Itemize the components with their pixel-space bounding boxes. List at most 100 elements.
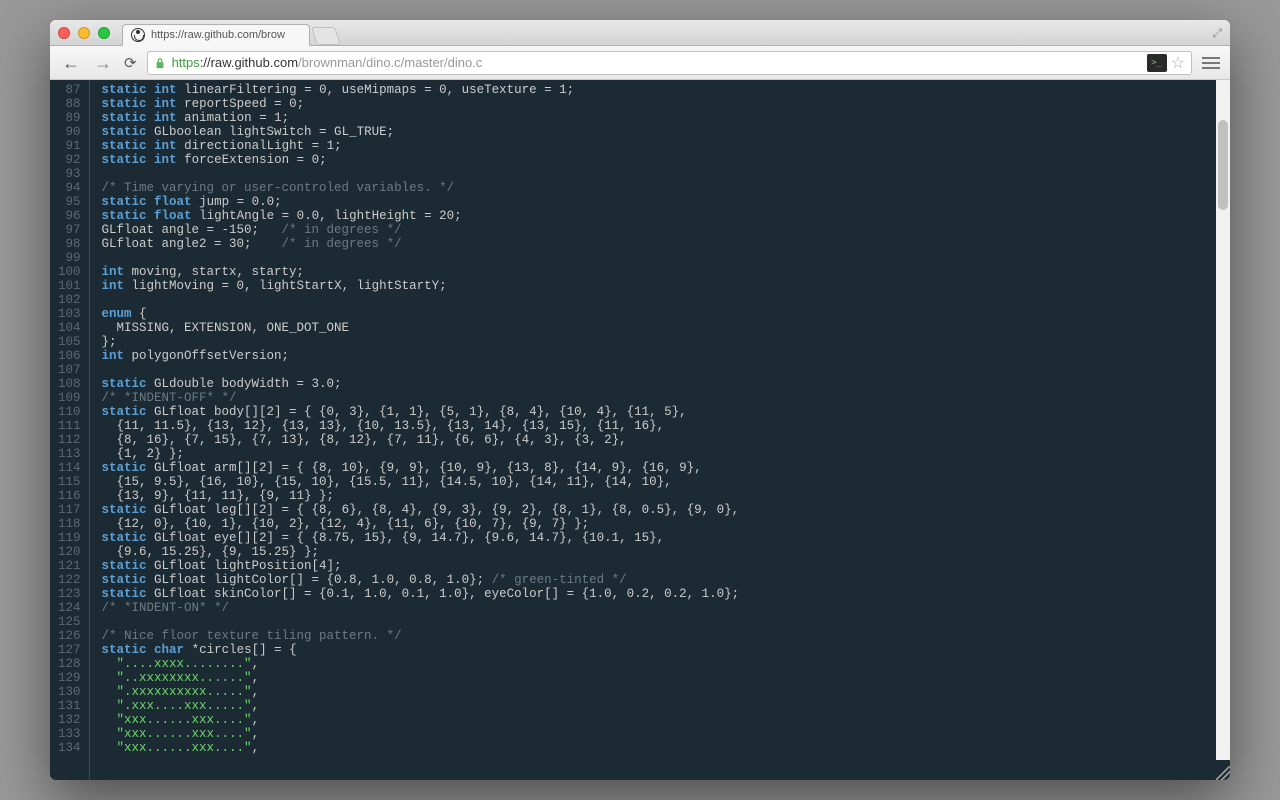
line-number: 103 [58,307,81,321]
code-viewer: 8788899091929394959697989910010110210310… [50,80,1230,780]
code-line: {15, 9.5}, {16, 10}, {15, 10}, {15.5, 11… [102,475,1230,489]
line-number: 96 [58,209,81,223]
line-number: 131 [58,699,81,713]
vertical-scrollbar[interactable] [1216,80,1230,760]
code-line: static float jump = 0.0; [102,195,1230,209]
code-line [102,363,1230,377]
line-number: 87 [58,83,81,97]
code-line: static GLfloat skinColor[] = {0.1, 1.0, … [102,587,1230,601]
close-window-button[interactable] [58,27,70,39]
minimize-window-button[interactable] [78,27,90,39]
line-number: 117 [58,503,81,517]
line-number: 115 [58,475,81,489]
code-line: "....xxxx........", [102,657,1230,671]
code-line: static GLfloat leg[][2] = { {8, 6}, {8, … [102,503,1230,517]
code-line: static GLfloat lightColor[] = {0.8, 1.0,… [102,573,1230,587]
code-line: static float lightAngle = 0.0, lightHeig… [102,209,1230,223]
code-line: ".xxxxxxxxxx.....", [102,685,1230,699]
code-line: /* *INDENT-ON* */ [102,601,1230,615]
line-number: 125 [58,615,81,629]
line-number: 121 [58,559,81,573]
line-number: 93 [58,167,81,181]
code-line: static GLfloat eye[][2] = { {8.75, 15}, … [102,531,1230,545]
expand-icon[interactable]: ⤢ [1212,26,1222,41]
zoom-window-button[interactable] [98,27,110,39]
code-line: int lightMoving = 0, lightStartX, lightS… [102,279,1230,293]
code-line: static GLboolean lightSwitch = GL_TRUE; [102,125,1230,139]
line-number: 113 [58,447,81,461]
code-line: enum { [102,307,1230,321]
line-number: 134 [58,741,81,755]
code-line: {9.6, 15.25}, {9, 15.25} }; [102,545,1230,559]
line-number: 88 [58,97,81,111]
page-action-icon[interactable]: >_ [1147,54,1167,72]
line-number: 129 [58,671,81,685]
url-scheme: https [172,55,200,70]
browser-window: https://raw.github.com/brow ⤢ ← → ⟳ http… [50,20,1230,780]
code-line: /* Nice floor texture tiling pattern. */ [102,629,1230,643]
line-number: 101 [58,279,81,293]
code-line [102,615,1230,629]
line-number: 109 [58,391,81,405]
line-number: 111 [58,419,81,433]
code-line: static int linearFiltering = 0, useMipma… [102,83,1230,97]
line-number: 108 [58,377,81,391]
line-number: 114 [58,461,81,475]
url-path: /brownman/dino.c/master/dino.c [298,55,482,70]
line-number: 132 [58,713,81,727]
github-favicon [131,28,145,42]
line-number: 97 [58,223,81,237]
bookmark-star-icon[interactable]: ☆ [1171,53,1185,73]
line-number: 91 [58,139,81,153]
code-line: {1, 2} }; [102,447,1230,461]
reload-button[interactable]: ⟳ [124,54,137,72]
line-number: 130 [58,685,81,699]
tab-title: https://raw.github.com/brow [151,29,285,41]
line-number: 127 [58,643,81,657]
line-number: 107 [58,363,81,377]
page-content: 8788899091929394959697989910010110210310… [50,80,1230,780]
code-line [102,251,1230,265]
code-line: }; [102,335,1230,349]
line-number: 133 [58,727,81,741]
code-line: "xxx......xxx....", [102,727,1230,741]
line-number: 116 [58,489,81,503]
line-number: 128 [58,657,81,671]
new-tab-button[interactable] [311,27,341,45]
browser-tab[interactable]: https://raw.github.com/brow [122,24,310,46]
code-line: static GLfloat lightPosition[4]; [102,559,1230,573]
code-line: {8, 16}, {7, 15}, {7, 13}, {8, 12}, {7, … [102,433,1230,447]
line-number: 99 [58,251,81,265]
code-line: {12, 0}, {10, 1}, {10, 2}, {12, 4}, {11,… [102,517,1230,531]
back-button[interactable]: ← [60,52,82,74]
line-number: 118 [58,517,81,531]
scrollbar-thumb[interactable] [1218,120,1228,210]
code-line: "xxx......xxx....", [102,713,1230,727]
line-number: 123 [58,587,81,601]
line-number: 119 [58,531,81,545]
code-line: {13, 9}, {11, 11}, {9, 11} }; [102,489,1230,503]
url-bar[interactable]: https://raw.github.com/brownman/dino.c/m… [147,51,1192,75]
menu-button[interactable] [1202,57,1220,69]
line-number: 89 [58,111,81,125]
code-line: static char *circles[] = { [102,643,1230,657]
code-line: static GLdouble bodyWidth = 3.0; [102,377,1230,391]
code-line: static int reportSpeed = 0; [102,97,1230,111]
code-line: /* Time varying or user-controled variab… [102,181,1230,195]
resize-grip[interactable] [1216,766,1230,780]
code-line [102,167,1230,181]
line-number: 124 [58,601,81,615]
url-host: ://raw.github.com [200,55,298,70]
line-number: 95 [58,195,81,209]
line-number: 110 [58,405,81,419]
line-number: 102 [58,293,81,307]
line-number: 100 [58,265,81,279]
code-line: static int directionalLight = 1; [102,139,1230,153]
line-number: 122 [58,573,81,587]
code-line: {11, 11.5}, {13, 12}, {13, 13}, {10, 13.… [102,419,1230,433]
line-number: 92 [58,153,81,167]
code-line: static int forceExtension = 0; [102,153,1230,167]
code-lines[interactable]: static int linearFiltering = 0, useMipma… [90,80,1230,780]
forward-button[interactable]: → [92,52,114,74]
line-number: 94 [58,181,81,195]
